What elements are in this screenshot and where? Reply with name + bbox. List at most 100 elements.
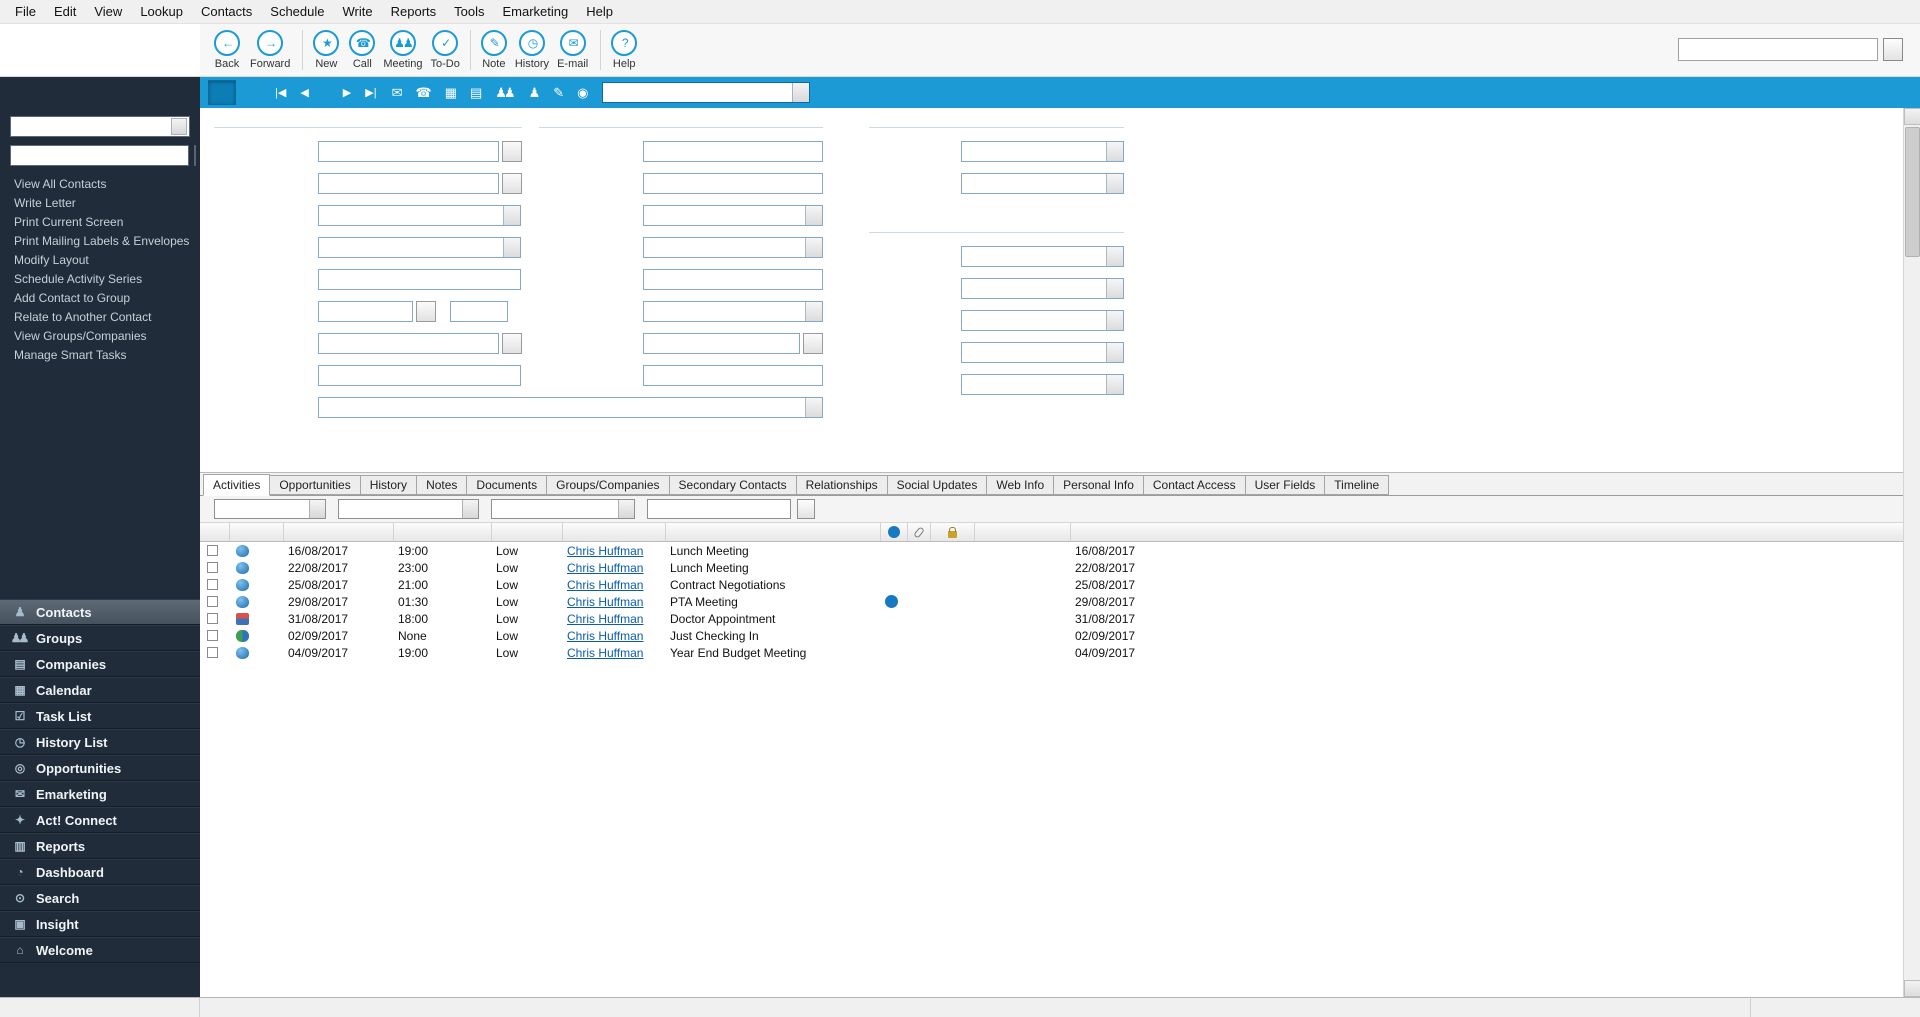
related-task-link[interactable]: View All Contacts	[10, 175, 190, 194]
nav-contacts[interactable]: ♟ Contacts	[0, 599, 200, 625]
latest-meeting-select[interactable]	[961, 341, 1124, 363]
phone-extension-input[interactable]	[450, 300, 508, 322]
tab[interactable]: Groups/Companies	[547, 475, 670, 495]
vertical-scrollbar[interactable]	[1903, 108, 1920, 997]
mobile-browse-button[interactable]	[502, 332, 522, 354]
meeting-button[interactable]: ♟♟ Meeting	[383, 30, 422, 70]
salutation-input[interactable]	[318, 268, 521, 290]
col-attachment[interactable]	[908, 523, 931, 541]
nav-reports[interactable]: ▥ Reports	[0, 833, 200, 859]
nav-opportunities[interactable]: ◎ Opportunities	[0, 755, 200, 781]
dropdown-caret-icon[interactable]	[805, 301, 822, 321]
menu-item[interactable]: Write	[334, 0, 382, 23]
dropdown-caret-icon[interactable]	[503, 205, 520, 225]
related-task-link[interactable]: Print Current Screen	[10, 213, 190, 232]
country-select[interactable]	[643, 300, 823, 322]
contact-field-select[interactable]	[10, 116, 190, 137]
priorities-filter-select[interactable]	[491, 499, 635, 519]
scheduled-with-link[interactable]: Chris Huffman	[567, 612, 643, 626]
call-button[interactable]: ☎ Call	[349, 30, 376, 70]
related-task-link[interactable]: Write Letter	[10, 194, 190, 213]
menu-item[interactable]: Schedule	[261, 0, 333, 23]
contact-browse-button[interactable]	[502, 140, 522, 162]
first-record-button[interactable]: |◀	[270, 86, 291, 99]
state-select[interactable]	[643, 236, 823, 258]
col-edit-date[interactable]	[1071, 523, 1920, 541]
website-input[interactable]	[643, 364, 823, 386]
menu-item[interactable]: Reports	[382, 0, 446, 23]
email-button[interactable]: ✉ E-mail	[557, 30, 590, 70]
tab[interactable]: Timeline	[1325, 475, 1390, 495]
dropdown-caret-icon[interactable]	[1106, 342, 1123, 362]
row-checkbox[interactable]	[207, 545, 218, 556]
forward-button[interactable]: → Forward	[250, 30, 292, 70]
dropdown-caret-icon[interactable]	[1106, 173, 1123, 193]
help-button[interactable]: ? Help	[611, 30, 639, 70]
col-regarding[interactable]	[666, 523, 881, 541]
zip-input[interactable]	[643, 268, 823, 290]
dropdown-caret-icon[interactable]	[805, 237, 822, 257]
dial-phone-icon[interactable]: ☎	[410, 85, 435, 101]
map-pin-icon[interactable]: ◉	[571, 85, 591, 101]
nav-dashboard[interactable]: ◔ Dashboard	[0, 859, 200, 885]
col-associate-with[interactable]	[975, 523, 1071, 541]
scheduled-with-link[interactable]: Chris Huffman	[567, 544, 643, 558]
row-checkbox[interactable]	[207, 613, 218, 624]
fax-input[interactable]	[643, 332, 800, 354]
menu-item[interactable]: Lookup	[131, 0, 192, 23]
previous-record-button[interactable]: ◀	[295, 86, 313, 99]
row-checkbox[interactable]	[207, 562, 218, 573]
dropdown-caret-icon[interactable]	[1106, 310, 1123, 330]
nav-welcome[interactable]: ⌂ Welcome	[0, 937, 200, 963]
tab[interactable]: Notes	[417, 475, 468, 495]
edit-layout-icon[interactable]: ✎	[547, 85, 567, 101]
col-flag[interactable]	[200, 523, 230, 541]
menu-item[interactable]: Help	[577, 0, 622, 23]
nav-companies[interactable]: ▤ Companies	[0, 651, 200, 677]
tab[interactable]: Opportunities	[270, 475, 361, 495]
print-icon[interactable]: ▤	[464, 85, 485, 101]
col-priority[interactable]	[492, 523, 563, 541]
activity-row[interactable]: 29/08/2017 01:30 Low Chris Huffman PTA M…	[200, 593, 1920, 610]
todo-button[interactable]: ✓ To-Do	[430, 30, 460, 70]
fax-browse-button[interactable]	[803, 332, 823, 354]
dropdown-caret-icon[interactable]	[805, 397, 822, 417]
secondary-contacts-icon[interactable]: ♟♟	[489, 85, 518, 101]
col-scheduled-with[interactable]	[563, 523, 666, 541]
dropdown-caret-icon[interactable]	[309, 500, 325, 518]
nav-insight[interactable]: ▣ Insight	[0, 911, 200, 937]
scheduled-with-link[interactable]: Chris Huffman	[567, 595, 643, 609]
dropdown-caret-icon[interactable]	[503, 237, 520, 257]
call-reach-select[interactable]	[961, 309, 1124, 331]
types-filter-select[interactable]	[338, 499, 479, 519]
tab[interactable]: Secondary Contacts	[669, 475, 797, 495]
col-type[interactable]	[230, 523, 284, 541]
menu-item[interactable]: Tools	[445, 0, 493, 23]
detail-view-button[interactable]	[208, 80, 236, 105]
col-date[interactable]	[284, 523, 394, 541]
last-record-button[interactable]: ▶|	[360, 86, 381, 99]
contact-input[interactable]	[318, 140, 499, 162]
scrollbar-thumb[interactable]	[1905, 127, 1920, 257]
scroll-down-icon[interactable]	[1904, 980, 1920, 997]
dropdown-caret-icon[interactable]	[1106, 141, 1123, 161]
dropdown-caret-icon[interactable]	[791, 83, 809, 102]
details-info-icon[interactable]	[885, 595, 898, 608]
row-checkbox[interactable]	[207, 579, 218, 590]
nav-groups[interactable]: ♟♟ Groups	[0, 625, 200, 651]
tab[interactable]: Relationships	[796, 475, 888, 495]
activity-row[interactable]: 04/09/2017 19:00 Low Chris Huffman Year …	[200, 644, 1920, 661]
scroll-up-icon[interactable]	[1904, 108, 1920, 125]
back-button[interactable]: ← Back	[214, 30, 242, 70]
tab[interactable]: Web Info	[987, 475, 1055, 495]
dropdown-caret-icon[interactable]	[618, 500, 634, 518]
related-task-link[interactable]: Add Contact to Group	[10, 289, 190, 308]
nav-history-list[interactable]: ◷ History List	[0, 729, 200, 755]
menu-item[interactable]: Edit	[45, 0, 85, 23]
dropdown-caret-icon[interactable]	[1106, 374, 1123, 394]
row-checkbox[interactable]	[207, 596, 218, 607]
write-email-icon[interactable]: ✉	[386, 85, 406, 101]
address2-input[interactable]	[643, 172, 823, 194]
letter-sent-select[interactable]	[961, 373, 1124, 395]
new-button[interactable]: ★ New	[313, 30, 341, 70]
